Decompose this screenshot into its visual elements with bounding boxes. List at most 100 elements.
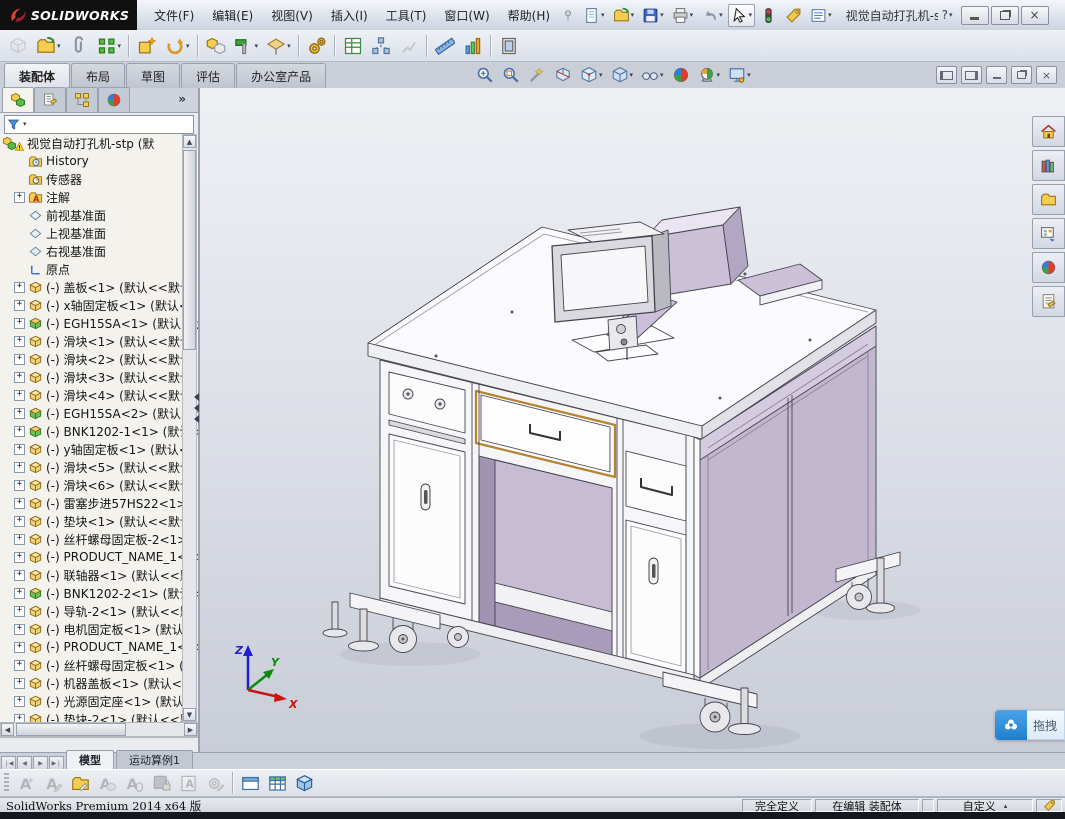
tree-item-5[interactable]: +右视基准面 — [0, 242, 198, 260]
apply-scene[interactable]: ▾ — [695, 63, 724, 87]
restore-button[interactable] — [990, 5, 1019, 25]
tree-item-30[interactable]: + (-) 光源固定座<1> (默认 — [0, 692, 198, 710]
dropdown-caret[interactable]: ▾ — [949, 11, 953, 19]
linear-component-pattern[interactable]: ▾ — [94, 33, 125, 59]
dropdown-caret[interactable]: ▾ — [749, 11, 753, 19]
child-close-button[interactable]: × — [1036, 66, 1057, 84]
expander-icon[interactable]: + — [14, 497, 25, 509]
status-custom-segment[interactable]: 自定义 ▴ — [937, 799, 1033, 813]
tree-item-4[interactable]: +上视基准面 — [0, 224, 198, 242]
last-tab-button[interactable]: ▶❘ — [49, 756, 64, 770]
view-palette[interactable] — [1032, 218, 1065, 249]
prev-tab-button[interactable]: ◀ — [17, 756, 32, 770]
mtab-1[interactable]: 运动算例1 — [116, 750, 193, 770]
view-3d[interactable] — [292, 771, 317, 796]
undo[interactable]: ▾ — [698, 4, 726, 27]
file-properties[interactable] — [782, 4, 805, 27]
rebuild[interactable] — [757, 4, 780, 27]
tree-item-10[interactable]: + (-) 滑块<1> (默认<<默认 — [0, 332, 198, 350]
tree-item-24[interactable]: + (-) BNK1202-2<1> (默认< — [0, 584, 198, 602]
appearances-scenes[interactable] — [1032, 252, 1065, 283]
dropdown-caret[interactable]: ▾ — [287, 42, 291, 50]
dropdown-caret[interactable]: ▾ — [717, 71, 721, 79]
expander-icon[interactable]: + — [14, 677, 25, 689]
close-button[interactable]: × — [1020, 5, 1049, 25]
scrollbar-thumb[interactable] — [183, 150, 196, 350]
expander-icon[interactable]: + — [14, 479, 25, 491]
tree-item-20[interactable]: + (-) 垫块<1> (默认<<默认 — [0, 512, 198, 530]
menu-item-2[interactable]: 视图(V) — [262, 4, 322, 27]
expander-icon[interactable]: + — [14, 587, 25, 599]
tree-item-23[interactable]: + (-) 联轴器<1> (默认<<默 — [0, 566, 198, 584]
scroll-down-arrow[interactable]: ▼ — [183, 708, 196, 721]
expander-icon[interactable]: + — [14, 569, 25, 581]
expander-icon[interactable]: + — [14, 335, 25, 347]
expander-icon[interactable]: + — [14, 191, 25, 203]
minimize-button[interactable] — [960, 5, 989, 25]
dropdown-caret[interactable]: ▾ — [630, 71, 634, 79]
expander-icon[interactable]: + — [14, 443, 25, 455]
dropdown-caret[interactable]: ▾ — [719, 11, 723, 19]
edit-appearance[interactable] — [669, 63, 693, 87]
expander-icon[interactable]: + — [14, 641, 25, 653]
pane-right-button[interactable] — [961, 66, 982, 84]
dropdown-caret[interactable]: ▾ — [631, 11, 635, 19]
cmdtab-4[interactable]: 办公室产品 — [236, 63, 327, 88]
status-tag-button[interactable] — [1036, 799, 1062, 812]
bill-of-materials[interactable] — [340, 33, 366, 59]
new-document[interactable]: ▾ — [580, 4, 608, 27]
tree-item-27[interactable]: + (-) PRODUCT_NAME_1<2> ( — [0, 638, 198, 656]
zoom-to-area[interactable] — [499, 63, 523, 87]
next-tab-button[interactable]: ▶ — [33, 756, 48, 770]
section-view[interactable] — [551, 63, 575, 87]
menu-item-6[interactable]: 帮助(H) — [499, 4, 559, 27]
open-part[interactable]: ▾ — [33, 33, 64, 59]
tree-item-18[interactable]: + (-) 滑块<6> (默认<<默认 — [0, 476, 198, 494]
tree-item-28[interactable]: + (-) 丝杆螺母固定板<1> ( — [0, 656, 198, 674]
move-component[interactable]: ▾ — [162, 33, 193, 59]
tree-item-11[interactable]: + (-) 滑块<2> (默认<<默认 — [0, 350, 198, 368]
expander-icon[interactable]: + — [14, 515, 25, 527]
dropdown-caret[interactable]: ▾ — [747, 71, 751, 79]
netdisk-cloud-icon[interactable] — [995, 710, 1027, 740]
scrollbar-thumb[interactable] — [16, 723, 126, 736]
menu-item-0[interactable]: 文件(F) — [145, 4, 203, 27]
netdisk-drag-overlay[interactable]: 拖拽 — [995, 710, 1065, 740]
open-document[interactable]: ▾ — [610, 4, 638, 27]
tree-item-9[interactable]: + (-) EGH15SA<1> (默认<默 — [0, 314, 198, 332]
expander-icon[interactable]: + — [14, 533, 25, 545]
menu-item-4[interactable]: 工具(T) — [377, 4, 436, 27]
expander-icon[interactable]: + — [14, 281, 25, 293]
propertymanager-tab[interactable] — [34, 87, 66, 112]
dropdown-caret[interactable]: ▾ — [660, 11, 664, 19]
smart-fasteners[interactable] — [134, 33, 160, 59]
dropdown-caret[interactable]: ▾ — [186, 42, 190, 50]
solidworks-resources[interactable] — [1032, 116, 1065, 147]
tree-item-7[interactable]: + (-) 盖板<1> (默认<<默认 — [0, 278, 198, 296]
tree-item-14[interactable]: + (-) EGH15SA<2> (默认<默 — [0, 404, 198, 422]
cmdtab-0[interactable]: 装配体 — [4, 63, 71, 88]
hide-show-items[interactable]: ▾ — [638, 63, 667, 87]
previous-view[interactable] — [525, 63, 549, 87]
expander-icon[interactable]: + — [14, 695, 25, 707]
more-tabs-chevron[interactable]: » — [178, 92, 186, 106]
tree-item-29[interactable]: + (-) 机器盖板<1> (默认<< — [0, 674, 198, 692]
child-minimize-button[interactable] — [986, 66, 1007, 84]
dropdown-caret[interactable]: ▾ — [828, 11, 832, 19]
cmdtab-3[interactable]: 评估 — [181, 63, 236, 88]
tree-item-22[interactable]: + (-) PRODUCT_NAME_1<1> ( — [0, 548, 198, 566]
menu-item-3[interactable]: 插入(I) — [322, 4, 377, 27]
expander-icon[interactable]: + — [14, 389, 25, 401]
tree-item-17[interactable]: + (-) 滑块<5> (默认<<默认 — [0, 458, 198, 476]
instant3d[interactable] — [496, 33, 522, 59]
mate[interactable] — [66, 33, 92, 59]
assembly-visualization[interactable] — [460, 33, 486, 59]
displaymanager-tab[interactable] — [98, 87, 130, 112]
view-settings[interactable]: ▾ — [725, 63, 754, 87]
expander-icon[interactable]: + — [14, 659, 25, 671]
panel-collapse-arrows[interactable] — [193, 393, 200, 423]
tree-filter-input[interactable]: ▾ — [4, 114, 194, 134]
expander-icon[interactable]: + — [14, 299, 25, 311]
tree-item-26[interactable]: + (-) 电机固定板<1> (默认 — [0, 620, 198, 638]
model-desk-drilling-machine[interactable] — [200, 88, 1065, 752]
